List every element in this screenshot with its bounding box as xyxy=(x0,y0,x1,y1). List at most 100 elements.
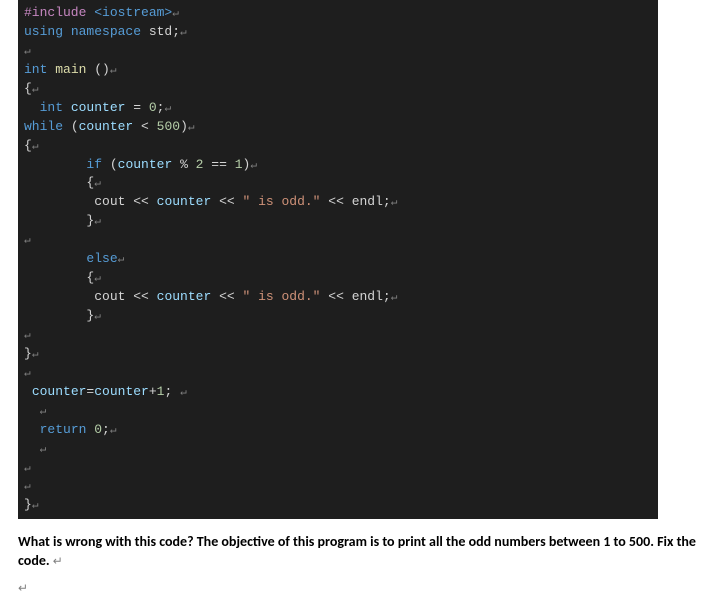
code-token: () xyxy=(94,62,110,77)
newline-icon: ↵ xyxy=(24,481,31,493)
code-token: else xyxy=(86,251,117,266)
code-token: == xyxy=(211,157,234,172)
code-token: ) xyxy=(180,119,188,134)
code-token xyxy=(24,441,40,456)
code-line: ↵ xyxy=(24,364,652,383)
code-token: << xyxy=(320,289,351,304)
code-token: = xyxy=(133,100,149,115)
code-line: counter=counter+1; ↵ xyxy=(24,383,652,402)
code-line: ↵ xyxy=(24,326,652,345)
code-line: ↵ xyxy=(24,477,652,496)
code-token: 0 xyxy=(94,422,102,437)
code-token xyxy=(24,403,40,418)
code-token: ; xyxy=(383,289,391,304)
code-line: ↵ xyxy=(24,402,652,421)
newline-icon: ↵ xyxy=(40,444,47,456)
newline-icon: ↵ xyxy=(40,406,47,418)
code-token: counter xyxy=(79,119,141,134)
newline-icon: ↵ xyxy=(24,46,31,58)
code-token: using xyxy=(24,24,71,39)
code-line: }↵ xyxy=(24,212,652,231)
code-token: " is odd." xyxy=(242,289,320,304)
newline-icon: ↵ xyxy=(32,349,39,361)
newline-icon: ↵ xyxy=(391,292,398,304)
code-line: ↵ xyxy=(24,440,652,459)
newline-icon: ↵ xyxy=(180,387,187,399)
code-token: cout xyxy=(94,289,133,304)
code-token xyxy=(24,251,86,266)
newline-icon: ↵ xyxy=(164,103,171,115)
code-token: while xyxy=(24,119,71,134)
newline-icon: ↵ xyxy=(94,216,101,228)
code-token xyxy=(24,289,94,304)
code-line: {↵ xyxy=(24,269,652,288)
newline-icon: ↵ xyxy=(391,197,398,209)
code-token: 0 xyxy=(149,100,157,115)
code-token: ; xyxy=(102,422,110,437)
code-token: int xyxy=(40,100,71,115)
newline-icon: ↵ xyxy=(110,65,117,77)
paragraph-mark-icon: ↵ xyxy=(53,555,63,569)
newline-icon: ↵ xyxy=(188,122,195,134)
code-token: ; xyxy=(383,194,391,209)
code-line: #include <iostream>↵ xyxy=(24,4,652,23)
code-token: counter xyxy=(157,289,219,304)
code-token: << xyxy=(133,289,156,304)
code-line: }↵ xyxy=(24,496,652,515)
code-token: << xyxy=(219,194,242,209)
code-line: {↵ xyxy=(24,174,652,193)
code-line: using namespace std;↵ xyxy=(24,23,652,42)
newline-icon: ↵ xyxy=(24,330,31,342)
code-line: if (counter % 2 == 1)↵ xyxy=(24,156,652,175)
newline-icon: ↵ xyxy=(32,500,39,512)
code-token: namespace xyxy=(71,24,149,39)
paragraph-mark-icon: ↵ xyxy=(18,582,28,596)
code-line: ↵ xyxy=(24,231,652,250)
code-line: ↵ xyxy=(24,42,652,61)
code-token xyxy=(24,422,40,437)
code-token: 2 xyxy=(196,157,212,172)
newline-icon: ↵ xyxy=(172,8,179,20)
code-token: << xyxy=(320,194,351,209)
code-token: counter xyxy=(157,194,219,209)
code-token: { xyxy=(24,175,94,190)
code-token: #include xyxy=(24,5,94,20)
code-token: cout xyxy=(94,194,133,209)
code-token: } xyxy=(24,308,94,323)
code-line: }↵ xyxy=(24,345,652,364)
code-token xyxy=(24,100,40,115)
question-text: What is wrong with this code? The object… xyxy=(18,533,705,571)
code-block: #include <iostream>↵using namespace std;… xyxy=(18,0,658,519)
code-token: endl xyxy=(352,289,383,304)
code-token: counter xyxy=(94,384,149,399)
code-token: ( xyxy=(110,157,118,172)
newline-icon: ↵ xyxy=(24,368,31,380)
code-token: } xyxy=(24,346,32,361)
code-token: counter xyxy=(32,384,87,399)
newline-icon: ↵ xyxy=(94,178,101,190)
code-token: } xyxy=(24,213,94,228)
newline-icon: ↵ xyxy=(24,235,31,247)
code-line: else↵ xyxy=(24,250,652,269)
code-token: + xyxy=(149,384,157,399)
code-token: 500 xyxy=(157,119,180,134)
code-line: int counter = 0;↵ xyxy=(24,99,652,118)
newline-icon: ↵ xyxy=(32,84,39,96)
code-token: ( xyxy=(71,119,79,134)
newline-icon: ↵ xyxy=(118,254,125,266)
newline-icon: ↵ xyxy=(24,463,31,475)
code-token: endl xyxy=(352,194,383,209)
newline-icon: ↵ xyxy=(94,311,101,323)
code-token: if xyxy=(86,157,109,172)
code-token: % xyxy=(180,157,196,172)
code-token: int xyxy=(24,62,55,77)
code-token: { xyxy=(24,81,32,96)
code-token: return xyxy=(40,422,95,437)
code-token: 1 xyxy=(235,157,243,172)
code-line: cout << counter << " is odd." << endl;↵ xyxy=(24,288,652,307)
code-token: < xyxy=(141,119,157,134)
newline-icon: ↵ xyxy=(250,160,257,172)
code-token: main xyxy=(55,62,94,77)
question-body: What is wrong with this code? The object… xyxy=(18,533,696,569)
code-token: " is odd." xyxy=(242,194,320,209)
